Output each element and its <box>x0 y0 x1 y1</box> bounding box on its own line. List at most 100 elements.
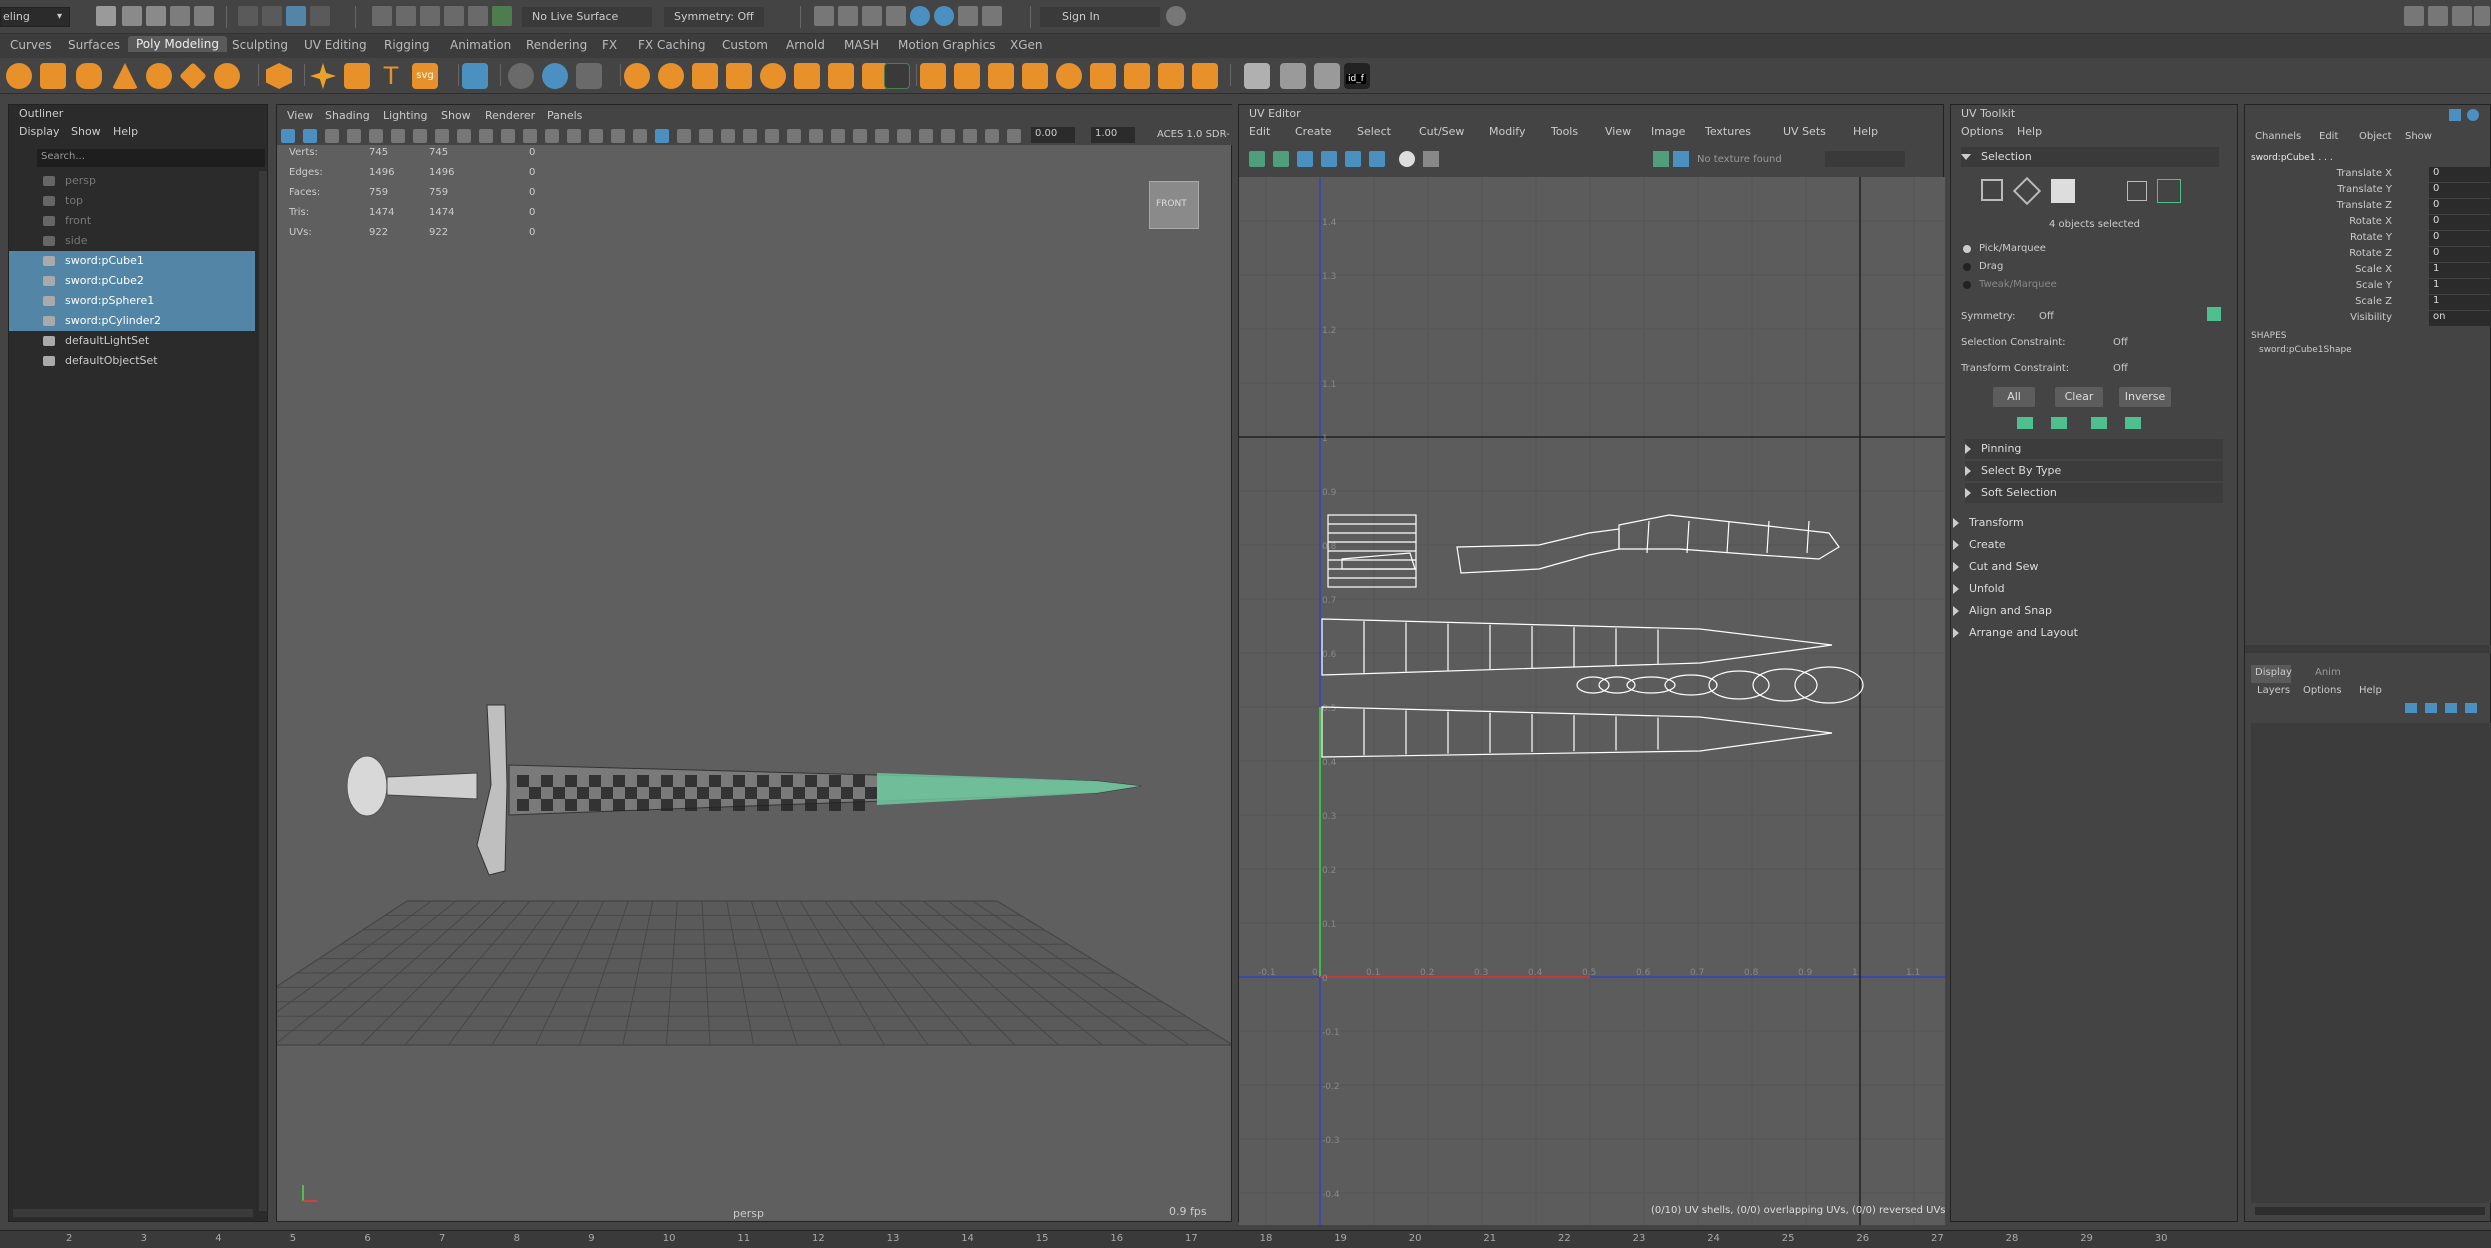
toolkit-section[interactable]: Arrange and Layout <box>1953 623 2211 643</box>
grow-selection-icon[interactable] <box>2017 417 2033 429</box>
uvtk-menu-help[interactable]: Help <box>2017 125 2042 138</box>
vp-menu-view[interactable]: View <box>287 109 313 122</box>
tab-mash[interactable]: MASH <box>844 38 879 52</box>
uv-tool-icon[interactable] <box>1249 151 1265 167</box>
vp-menu-renderer[interactable]: Renderer <box>485 109 535 122</box>
edge-loop-icon[interactable] <box>1056 63 1082 89</box>
uv-tool-icon[interactable] <box>1423 151 1439 167</box>
tab-curves[interactable]: Curves <box>10 38 52 52</box>
tab-fx[interactable]: FX <box>602 38 617 52</box>
extrude-icon[interactable] <box>920 63 946 89</box>
vp-menu-lighting[interactable]: Lighting <box>383 109 427 122</box>
vp-menu-show[interactable]: Show <box>441 109 471 122</box>
edge-mode-icon[interactable] <box>2012 176 2042 206</box>
multi-cut-icon[interactable] <box>1244 63 1270 89</box>
tab-anim[interactable]: Anim <box>2315 667 2341 678</box>
save-scene-icon[interactable] <box>146 6 166 26</box>
uv-menu-item[interactable]: Tools <box>1551 125 1578 138</box>
channel-row[interactable]: Translate Y 0 <box>2245 183 2491 199</box>
transform-gizmo-icon[interactable] <box>508 63 534 89</box>
selection-constraint-dropdown[interactable]: Off <box>2113 337 2128 348</box>
snap-view-icon[interactable] <box>444 6 464 26</box>
outliner-item[interactable]: persp <box>9 171 255 191</box>
tab-display[interactable]: Display <box>2251 665 2292 683</box>
channel-value[interactable]: 0 <box>2429 247 2491 262</box>
invert-selection-button[interactable]: Inverse <box>2119 387 2171 407</box>
attribute-editor-icon[interactable] <box>2428 6 2448 26</box>
channel-value[interactable]: 0 <box>2429 183 2491 198</box>
search-input[interactable]: Search... <box>37 149 265 167</box>
symmetry-picker-icon[interactable] <box>2207 307 2221 321</box>
target-weld-icon[interactable] <box>1280 63 1306 89</box>
modeling-toolkit-icon[interactable] <box>2404 6 2424 26</box>
render-setup-icon[interactable] <box>958 6 978 26</box>
connect-icon[interactable] <box>1314 63 1340 89</box>
uvtk-menu-options[interactable]: Options <box>1961 125 2003 138</box>
viewport-tool-icon[interactable] <box>853 129 867 143</box>
combine-icon[interactable] <box>624 63 650 89</box>
uv-menu-item[interactable]: Edit <box>1249 125 1270 138</box>
tab-fx-caching[interactable]: FX Caching <box>638 38 705 52</box>
outliner-menu-show[interactable]: Show <box>71 125 101 138</box>
sign-in-button[interactable]: Sign In <box>1040 7 1160 27</box>
open-scene-icon[interactable] <box>122 6 142 26</box>
render-region-icon[interactable] <box>814 6 834 26</box>
channel-box-icon[interactable] <box>2449 109 2461 121</box>
viewport-tool-icon[interactable] <box>897 129 911 143</box>
uv-menu-item[interactable]: Cut/Sew <box>1419 125 1464 138</box>
outliner-item[interactable]: sword:pSphere1 <box>9 291 255 311</box>
viewport-tool-icon[interactable] <box>281 129 295 143</box>
help-icon[interactable] <box>1166 6 1186 26</box>
layers-menu-layers[interactable]: Layers <box>2257 685 2290 696</box>
channel-box-splitter[interactable] <box>2245 645 2491 653</box>
viewport-tool-icon[interactable] <box>699 129 713 143</box>
snap-together-icon[interactable] <box>542 63 568 89</box>
super-shape-icon[interactable] <box>310 63 336 89</box>
channel-value[interactable]: 0 <box>2429 167 2491 182</box>
viewport-tool-icon[interactable] <box>523 129 537 143</box>
sweep-mesh-icon[interactable] <box>344 63 370 89</box>
cb-menu-edit[interactable]: Edit <box>2319 131 2338 142</box>
cb-menu-show[interactable]: Show <box>2405 131 2432 142</box>
viewport-tool-icon[interactable] <box>413 129 427 143</box>
render-frame-icon[interactable] <box>838 6 858 26</box>
viewport-tool-icon[interactable] <box>941 129 955 143</box>
channel-row[interactable]: Scale Z 1 <box>2245 295 2491 311</box>
viewport-tool-icon[interactable] <box>919 129 933 143</box>
select-shell-icon[interactable] <box>2125 417 2141 429</box>
toolkit-section[interactable]: Cut and Sew <box>1953 557 2211 577</box>
radio-drag[interactable] <box>1963 263 1971 271</box>
poly-cone-icon[interactable] <box>112 63 138 89</box>
tab-animation[interactable]: Animation <box>450 38 511 52</box>
channel-row[interactable]: Rotate Z 0 <box>2245 247 2491 263</box>
tab-arnold[interactable]: Arnold <box>786 38 825 52</box>
separate-icon[interactable] <box>658 63 684 89</box>
shrink-selection-icon[interactable] <box>2051 417 2067 429</box>
live-surface-field[interactable]: No Live Surface <box>522 7 652 27</box>
viewport-tool-icon[interactable] <box>479 129 493 143</box>
select-shell-border-icon[interactable] <box>2091 417 2107 429</box>
symmetry-dropdown[interactable]: Off <box>2039 311 2054 322</box>
uv-shell-mode-icon[interactable] <box>2157 179 2181 203</box>
viewport-scene[interactable] <box>277 145 1231 1221</box>
uv-canvas[interactable]: 1.4 1.3 1.2 1.1 1 0.9 0.8 0.7 0.6 0.5 0.4 0.3 0.2 0.1… <box>1239 177 1969 1225</box>
boolean-icon[interactable] <box>760 63 786 89</box>
channel-row[interactable]: Translate Z 0 <box>2245 199 2491 215</box>
face-mode-icon[interactable] <box>2051 179 2075 203</box>
new-scene-icon[interactable] <box>96 6 116 26</box>
toolkit-section[interactable]: Create <box>1953 535 2211 555</box>
channel-value[interactable]: on <box>2429 311 2491 326</box>
outliner-scrollbar[interactable] <box>259 171 267 1211</box>
uv-slider[interactable] <box>1825 151 1905 167</box>
viewport-tool-icon[interactable] <box>721 129 735 143</box>
viewport-tool-icon[interactable] <box>391 129 405 143</box>
tab-sculpting[interactable]: Sculpting <box>232 38 288 52</box>
grid-icon[interactable] <box>462 63 488 89</box>
viewport-tool-icon[interactable] <box>831 129 845 143</box>
svg-icon[interactable]: svg <box>412 63 438 89</box>
radio-pick-marquee[interactable] <box>1963 245 1971 253</box>
hypershade-icon[interactable] <box>910 6 930 26</box>
viewport-tool-icon[interactable] <box>765 129 779 143</box>
selection-section-header[interactable]: Selection <box>1961 147 2219 167</box>
channel-value[interactable]: 0 <box>2429 199 2491 214</box>
